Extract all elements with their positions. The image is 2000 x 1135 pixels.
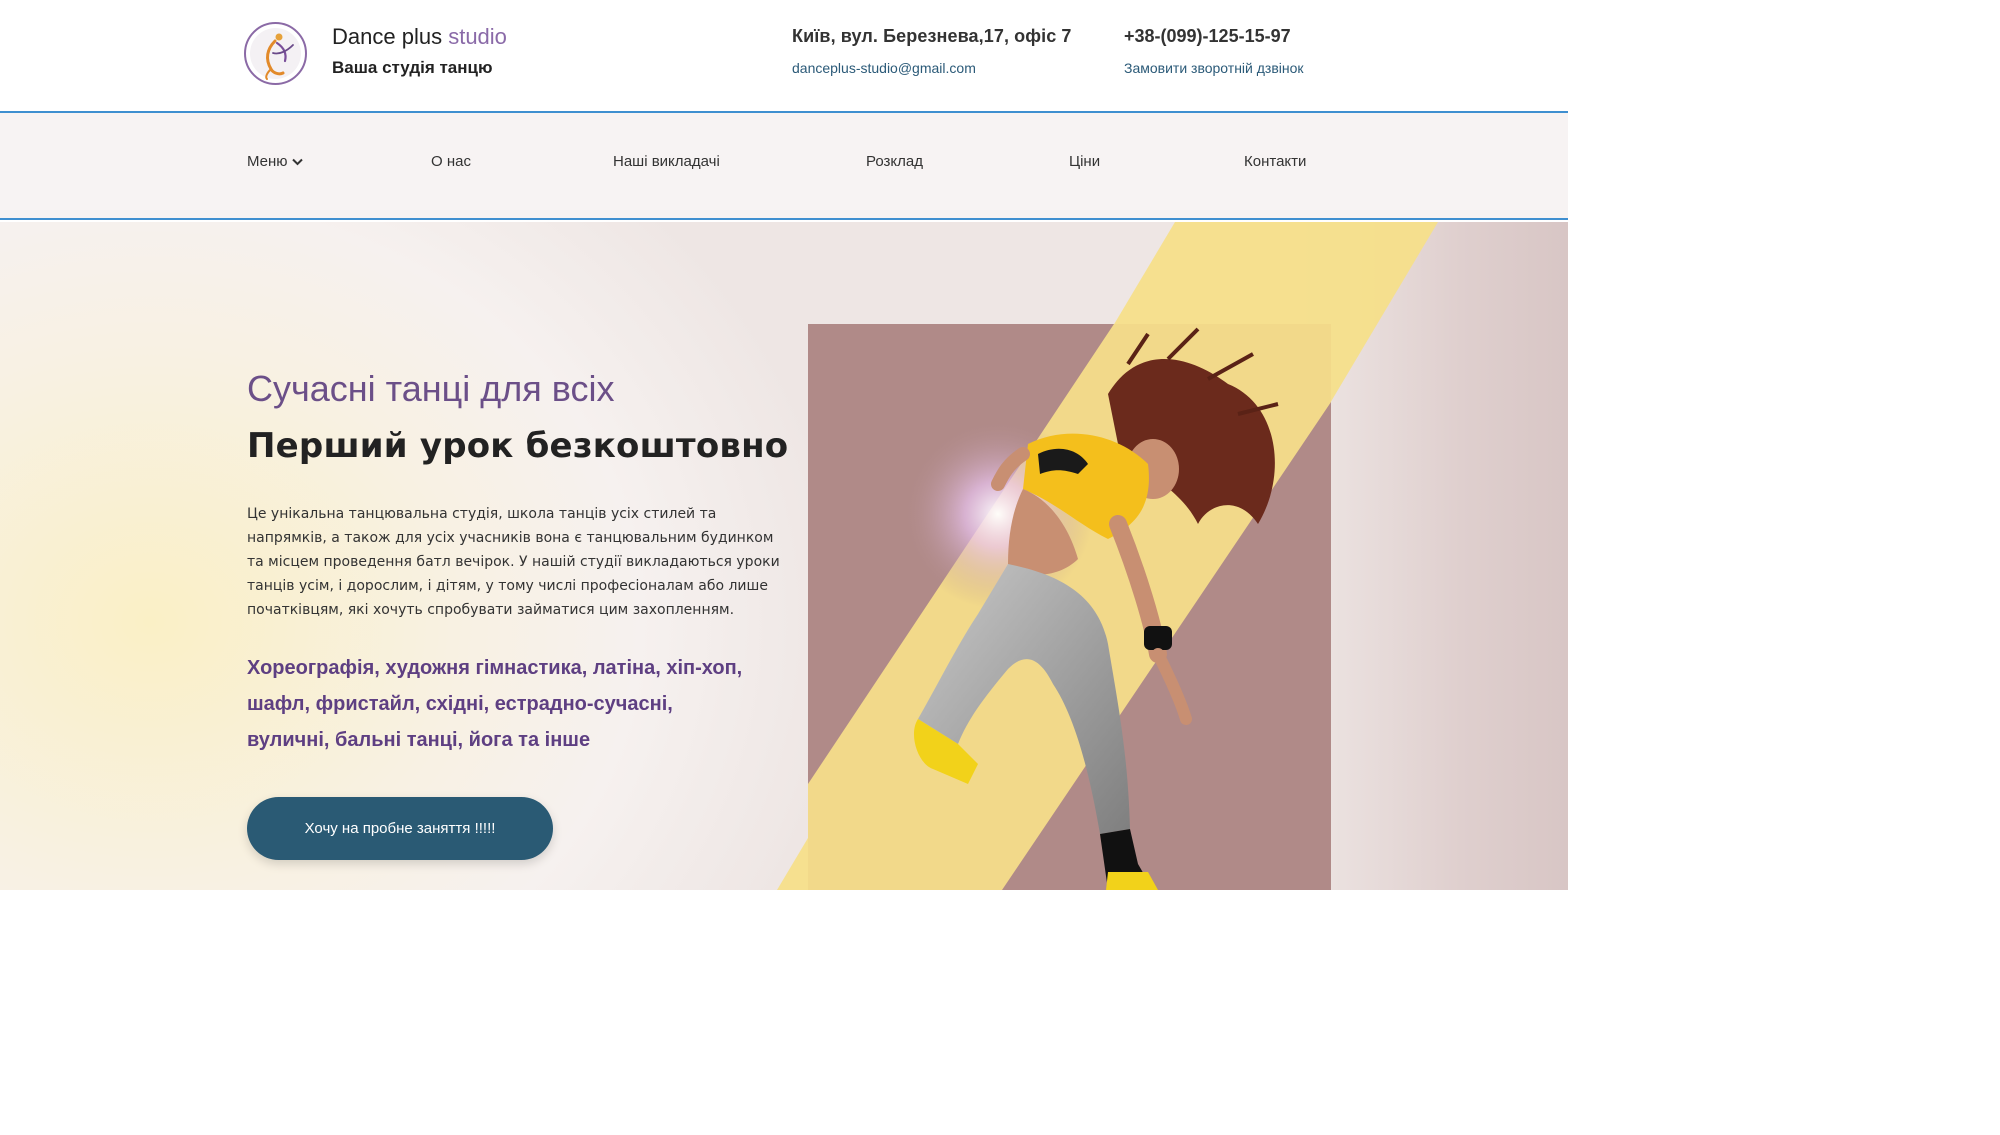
nav-item-schedule[interactable]: Розклад [866,153,923,170]
dance-styles-list: Хореографія, художня гімнастика, латіна,… [247,657,743,751]
studio-address: Київ, вул. Березнева,17, офіс 7 [792,26,1072,46]
hero-subtitle: Сучасні танці для всіх [247,368,615,409]
hero-title: Перший урок безкоштовно [247,426,789,466]
main-nav: Меню О нас Наші викладачі Розклад Ціни К… [0,113,1568,220]
site-header: Dance plus studio Ваша студія танцю Київ… [0,0,1568,113]
trial-lesson-button[interactable]: Хочу на пробне заняття !!!!! [247,797,553,860]
hero-section: Сучасні танці для всіх Перший урок безко… [0,222,1568,890]
nav-item-about[interactable]: О нас [431,153,471,170]
dancer-logo-icon[interactable] [244,22,307,85]
nav-item-label: Меню [247,153,288,170]
nav-item-contacts[interactable]: Контакти [1244,153,1306,170]
phone-link[interactable]: +38-(099)-125-15-97 [1124,26,1291,47]
brand-main: Dance plus [332,24,443,49]
callback-link[interactable]: Замовити зворотній дзвінок [1124,60,1304,76]
hero-description: Це унікальна танцювальна студія, школа т… [247,506,780,618]
nav-menu-dropdown[interactable]: Меню [247,153,303,170]
email-link[interactable]: danceplus-studio@gmail.com [792,60,976,76]
dancer-photo [808,324,1331,890]
nav-item-teachers[interactable]: Наші викладачі [613,153,720,170]
brand-accent: studio [448,24,507,49]
chevron-down-icon [291,153,303,170]
brand-name[interactable]: Dance plus studio [332,24,507,50]
brand-tagline: Ваша студія танцю [332,58,493,77]
nav-item-prices[interactable]: Ціни [1069,153,1100,170]
